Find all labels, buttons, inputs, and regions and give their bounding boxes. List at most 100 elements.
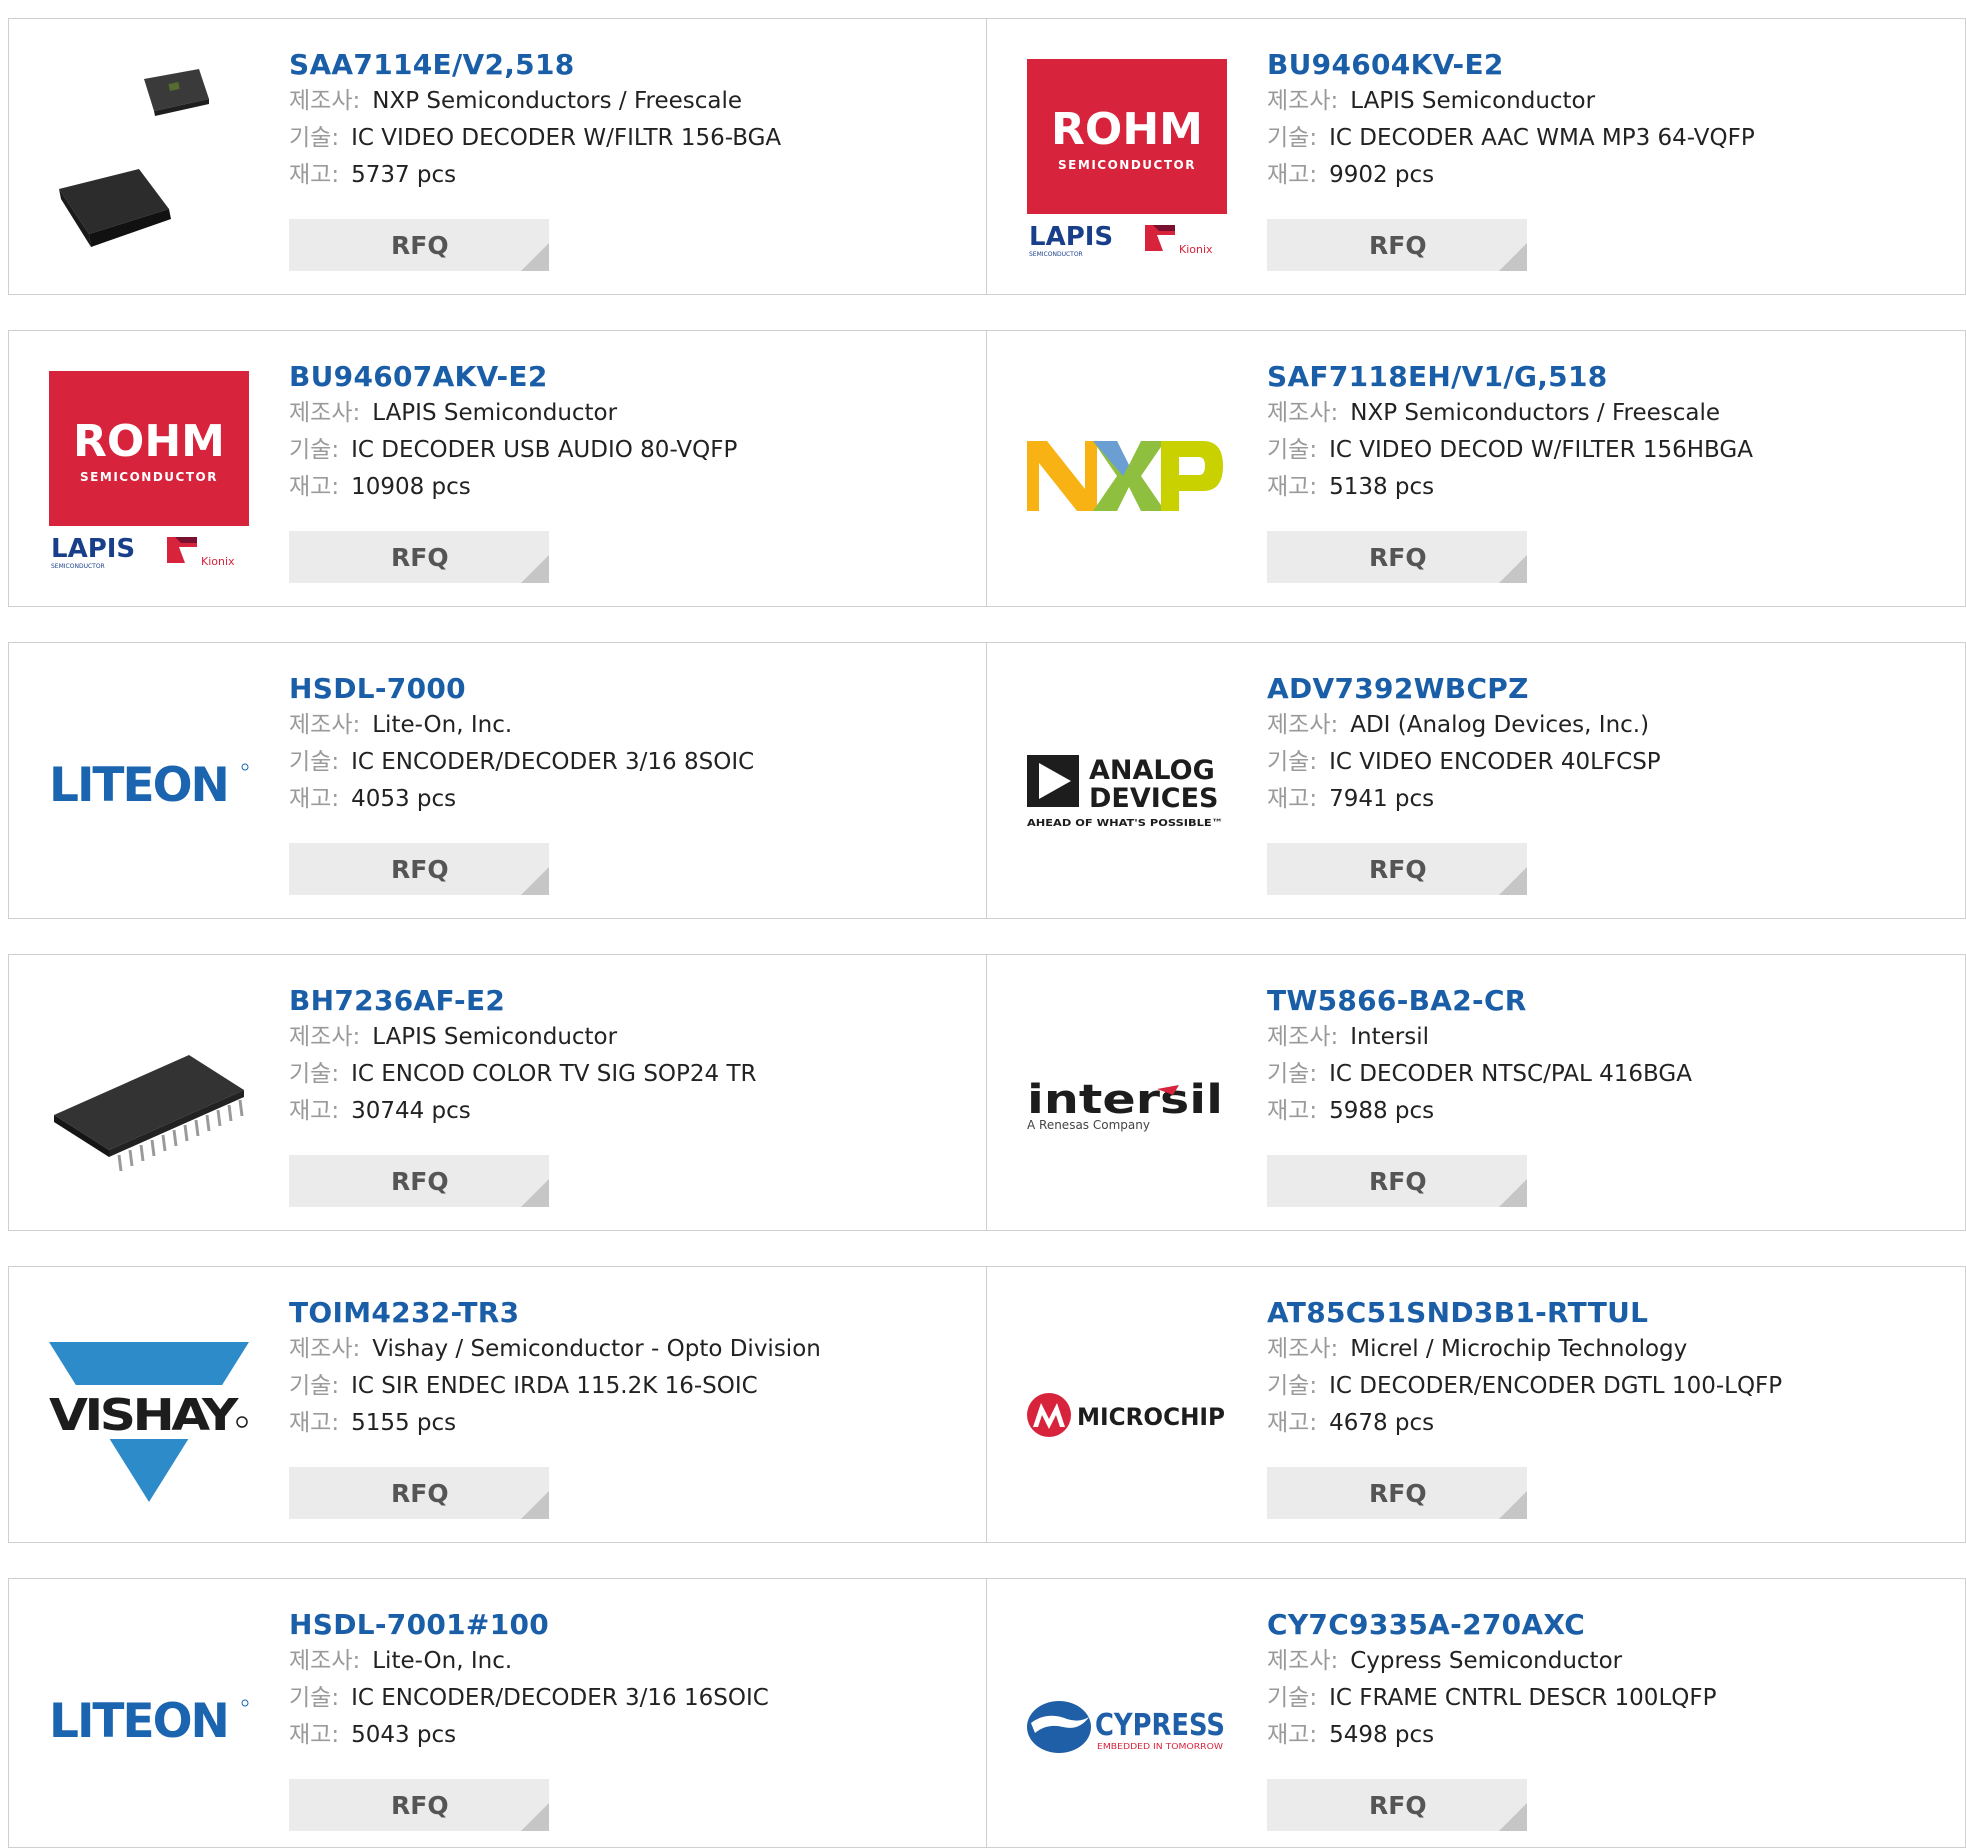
rfq-button[interactable]: RFQ [289, 1155, 549, 1207]
stock-value: 7941 pcs [1329, 786, 1435, 812]
sop-chip-photo [54, 1055, 244, 1172]
product-card: MICROCHIP AT85C51SND3B1-RTTUL 제조사: Micrel … [986, 1266, 1966, 1543]
corner-triangle-icon [1499, 867, 1527, 895]
corner-triangle-icon [1499, 1179, 1527, 1207]
corner-triangle-icon [1499, 1491, 1527, 1519]
rfq-button[interactable]: RFQ [289, 843, 549, 895]
rfq-label: RFQ [391, 854, 449, 884]
svg-text:LITEON: LITEON [49, 758, 228, 813]
rfq-button[interactable]: RFQ [1267, 219, 1527, 271]
rfq-label: RFQ [1369, 1166, 1427, 1196]
description-label: 기술: [289, 1061, 340, 1087]
part-number-link[interactable]: SAA7114E/V2,518 [289, 47, 966, 83]
rfq-button[interactable]: RFQ [1267, 1779, 1527, 1831]
description-value: IC ENCODER/DECODER 3/16 16SOIC [351, 1685, 769, 1711]
description-value: IC FRAME CNTRL DESCR 100LQFP [1329, 1685, 1717, 1711]
manufacturer-label: 제조사: [289, 1336, 361, 1362]
part-number-link[interactable]: HSDL-7001#100 [289, 1607, 966, 1643]
description-row: 기술: IC DECODER/ENCODER DGTL 100-LQFP [1267, 1368, 1945, 1405]
stock-row: 재고: 9902 pcs [1267, 157, 1945, 194]
description-row: 기술: IC DECODER NTSC/PAL 416BGA [1267, 1056, 1945, 1093]
description-label: 기술: [289, 437, 340, 463]
rfq-label: RFQ [1369, 854, 1427, 884]
manufacturer-value: NXP Semiconductors / Freescale [372, 88, 743, 114]
svg-text:CYPRESS: CYPRESS [1095, 1708, 1225, 1743]
svg-text:MICROCHIP: MICROCHIP [1077, 1403, 1225, 1431]
part-number-link[interactable]: BH7236AF-E2 [289, 983, 966, 1019]
manufacturer-value: Lite-On, Inc. [372, 712, 513, 738]
part-number-link[interactable]: AT85C51SND3B1-RTTUL [1267, 1295, 1945, 1331]
stock-value: 5138 pcs [1329, 474, 1435, 500]
stock-row: 재고: 5043 pcs [289, 1717, 966, 1754]
stock-row: 재고: 7941 pcs [1267, 781, 1945, 818]
manufacturer-value: LAPIS Semiconductor [372, 1024, 618, 1050]
stock-label: 재고: [1267, 474, 1318, 500]
svg-text:LAPIS: LAPIS [51, 534, 135, 564]
stock-label: 재고: [289, 1410, 340, 1436]
manufacturer-row: 제조사: ADI (Analog Devices, Inc.) [1267, 707, 1945, 744]
part-number-link[interactable]: SAF7118EH/V1/G,518 [1267, 359, 1945, 395]
rfq-button[interactable]: RFQ [1267, 531, 1527, 583]
rfq-label: RFQ [1369, 1478, 1427, 1508]
rfq-button[interactable]: RFQ [1267, 1155, 1527, 1207]
product-image [49, 59, 249, 259]
description-label: 기술: [1267, 1373, 1318, 1399]
rfq-button[interactable]: RFQ [289, 1467, 549, 1519]
description-label: 기술: [1267, 1061, 1318, 1087]
stock-row: 재고: 5498 pcs [1267, 1717, 1945, 1754]
part-number-link[interactable]: BU94607AKV-E2 [289, 359, 966, 395]
manufacturer-row: 제조사: LAPIS Semiconductor [289, 1019, 966, 1056]
description-value: IC DECODER NTSC/PAL 416BGA [1329, 1061, 1692, 1087]
stock-label: 재고: [1267, 786, 1318, 812]
vishay-logo: VISHAY [49, 1342, 249, 1502]
description-label: 기술: [289, 1373, 340, 1399]
stock-label: 재고: [289, 1722, 340, 1748]
svg-text:SEMICONDUCTOR: SEMICONDUCTOR [1029, 251, 1083, 258]
description-value: IC SIR ENDEC IRDA 115.2K 16-SOIC [351, 1373, 758, 1399]
part-number-link[interactable]: ADV7392WBCPZ [1267, 671, 1945, 707]
rfq-button[interactable]: RFQ [1267, 843, 1527, 895]
part-number-link[interactable]: TOIM4232-TR3 [289, 1295, 966, 1331]
description-row: 기술: IC SIR ENDEC IRDA 115.2K 16-SOIC [289, 1368, 966, 1405]
rfq-button[interactable]: RFQ [289, 1779, 549, 1831]
product-image [1027, 371, 1227, 571]
stock-value: 9902 pcs [1329, 162, 1435, 188]
rfq-button[interactable]: RFQ [1267, 1467, 1527, 1519]
product-image: CYPRESS EMBEDDED IN TOMORROW [1027, 1619, 1227, 1819]
part-number-link[interactable]: CY7C9335A-270AXC [1267, 1607, 1945, 1643]
stock-label: 재고: [289, 474, 340, 500]
description-row: 기술: IC VIDEO DECODER W/FILTR 156-BGA [289, 120, 966, 157]
description-row: 기술: IC DECODER USB AUDIO 80-VQFP [289, 432, 966, 469]
rfq-label: RFQ [391, 1790, 449, 1820]
manufacturer-row: 제조사: Intersil [1267, 1019, 1945, 1056]
part-number-link[interactable]: HSDL-7000 [289, 671, 966, 707]
rfq-button[interactable]: RFQ [289, 219, 549, 271]
product-info: CY7C9335A-270AXC 제조사: Cypress Semiconducto… [1267, 1607, 1945, 1754]
manufacturer-label: 제조사: [1267, 1336, 1339, 1362]
manufacturer-row: 제조사: LAPIS Semiconductor [289, 395, 966, 432]
stock-label: 재고: [1267, 1098, 1318, 1124]
svg-text:EMBEDDED IN TOMORROW: EMBEDDED IN TOMORROW [1097, 1742, 1224, 1751]
stock-row: 재고: 5155 pcs [289, 1405, 966, 1442]
manufacturer-row: 제조사: Lite-On, Inc. [289, 1643, 966, 1680]
svg-text:SEMICONDUCTOR: SEMICONDUCTOR [1058, 158, 1196, 172]
product-card: LITEON HSDL-7000 제조사: Lite-On, Inc. 기술: IC E… [8, 642, 987, 919]
manufacturer-label: 제조사: [289, 400, 361, 426]
manufacturer-row: 제조사: Lite-On, Inc. [289, 707, 966, 744]
bga-chip-photo [59, 69, 209, 247]
manufacturer-label: 제조사: [289, 1648, 361, 1674]
description-label: 기술: [1267, 749, 1318, 775]
manufacturer-value: Intersil [1350, 1024, 1429, 1050]
stock-label: 재고: [1267, 1410, 1318, 1436]
stock-row: 재고: 4053 pcs [289, 781, 966, 818]
product-card: ROHM SEMICONDUCTOR LAPIS SEMICONDUCTOR K… [986, 18, 1966, 295]
stock-row: 재고: 5988 pcs [1267, 1093, 1945, 1130]
rohm-lapis-logo: ROHM SEMICONDUCTOR LAPIS SEMICONDUCTOR K… [49, 371, 249, 570]
description-label: 기술: [289, 125, 340, 151]
part-number-link[interactable]: BU94604KV-E2 [1267, 47, 1945, 83]
description-label: 기술: [1267, 1685, 1318, 1711]
svg-text:intersil: intersil [1027, 1077, 1223, 1123]
part-number-link[interactable]: TW5866-BA2-CR [1267, 983, 1945, 1019]
liteon-logo: LITEON [49, 758, 249, 813]
rfq-button[interactable]: RFQ [289, 531, 549, 583]
